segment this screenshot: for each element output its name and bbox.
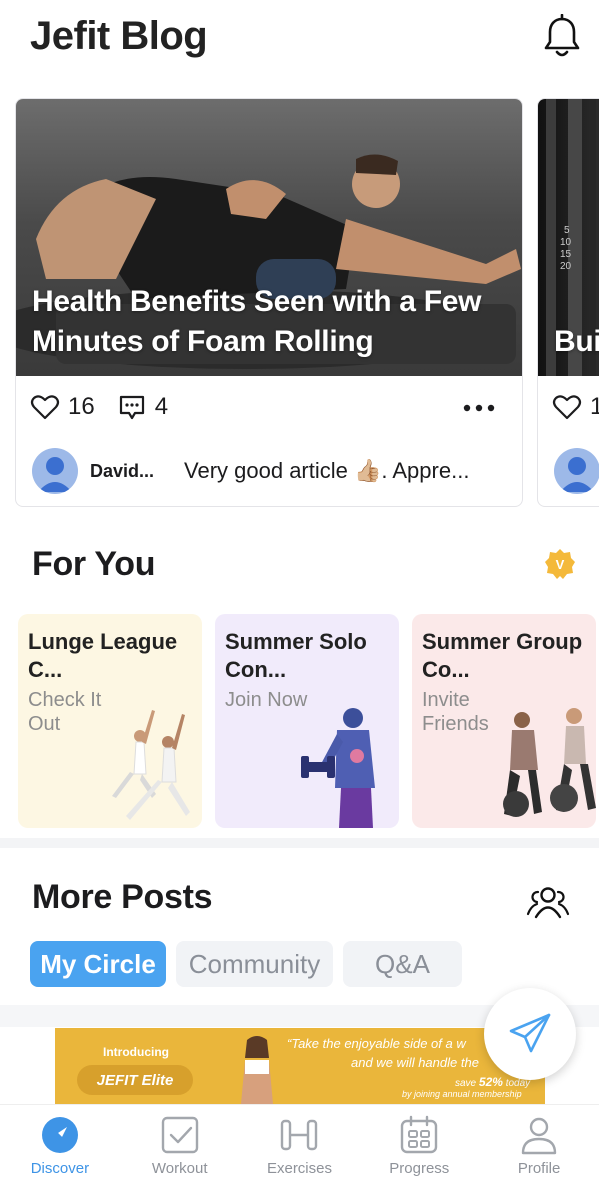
nav-label: Discover [30,1160,90,1177]
badge-letter: V [556,557,565,572]
page-title: Jefit Blog [30,14,208,58]
banner-annual: by joining annual membership [402,1089,522,1099]
user-icon [560,457,594,492]
like-count: 16 [68,393,95,420]
save-percent: 52% [478,1075,503,1089]
svg-text:15: 15 [560,249,572,260]
like-count: 1 [590,393,599,421]
group-workout-illustration [503,708,596,817]
person-icon [521,1117,557,1155]
avatar[interactable] [32,448,78,494]
banner-quote: and we will handle the [351,1055,479,1070]
user-icon [38,457,72,492]
save-prefix: save [455,1078,477,1089]
for-you-card[interactable]: Lunge League C... Check It Out [18,614,202,828]
for-you-card[interactable]: Summer Group Co... Invite Friends [412,614,596,828]
blog-card[interactable]: 5 10 15 20 Bui 1 [537,98,599,507]
banner-quote: “Take the enjoyable side of a w [287,1036,466,1051]
dumbbell-icon [281,1119,318,1151]
nav-profile[interactable]: Profile [479,1105,599,1200]
lunge-illustration [112,710,190,820]
elite-logo-text: JEFIT Elite [96,1071,174,1089]
elite-promo-banner[interactable]: Introducing JEFIT Elite “Take the enjoya… [55,1028,545,1104]
comment-text: Very good article 👍🏼. Appre... [184,458,470,483]
nav-label: Progress [389,1160,450,1177]
tab-qa[interactable]: Q&A [343,941,462,987]
comment-count: 4 [154,393,169,420]
nav-discover[interactable]: Discover [0,1105,120,1200]
header: Jefit Blog [0,0,599,80]
more-posts-title: More Posts [32,878,213,916]
blog-stats: 16 4 [30,391,190,423]
blog-title: Bui [554,325,599,358]
blog-stats: 1 [552,391,599,423]
tab-my-circle[interactable]: My Circle [30,941,166,987]
banner-intro: Introducing [103,1045,169,1059]
verified-badge-icon[interactable]: V [544,548,576,580]
heart-icon[interactable] [30,392,60,422]
calendar-icon [401,1115,438,1154]
compass-icon [41,1117,78,1153]
group-icon[interactable] [526,884,570,920]
bottom-nav: Discover Workout Exercises Progress Prof… [0,1104,599,1200]
card-title: Lunge League C... [28,629,178,682]
comment-icon[interactable] [117,392,147,422]
blog-carousel[interactable]: Health Benefits Seen with a Few Minutes … [0,98,599,510]
card-subtitle: Check It Out [28,689,102,735]
post-tabs: My Circle Community Q&A [30,941,472,987]
blog-image[interactable]: 5 10 15 20 Bui [538,99,599,376]
nav-label: Exercises [266,1160,332,1177]
elite-logo: JEFIT Elite [77,1065,193,1095]
svg-text:10: 10 [560,237,572,248]
bell-icon[interactable] [540,14,584,60]
new-post-button[interactable] [484,988,576,1080]
model-illustration [241,1036,273,1104]
heart-icon[interactable] [552,392,582,422]
checkbox-icon [161,1116,198,1154]
blog-card[interactable]: Health Benefits Seen with a Few Minutes … [15,98,523,507]
comment-author: David... [90,460,155,481]
top-comment[interactable] [554,447,599,495]
for-you-title: For You [32,545,156,583]
for-you-card[interactable]: Summer Solo Con... Join Now [215,614,399,828]
blog-image[interactable]: Health Benefits Seen with a Few Minutes … [16,99,522,376]
nav-exercises[interactable]: Exercises [240,1105,360,1200]
nav-label: Profile [517,1160,561,1177]
nav-workout[interactable]: Workout [120,1105,240,1200]
send-icon [509,1013,551,1053]
section-divider [0,838,599,848]
card-title: Summer Solo Con... [225,629,367,682]
card-title: Summer Group Co... [422,629,583,682]
dumbbell-curl-illustration [301,708,375,828]
top-comment[interactable]: David... Very good article 👍🏼. Appre... [32,447,469,495]
nav-progress[interactable]: Progress [359,1105,479,1200]
tab-community[interactable]: Community [176,941,333,987]
blog-title: Health Benefits Seen with a Few Minutes … [32,285,482,358]
avatar[interactable] [554,448,599,494]
svg-text:20: 20 [560,261,572,272]
svg-text:5: 5 [564,225,570,236]
nav-label: Workout [151,1160,208,1177]
more-options-icon[interactable] [462,401,496,415]
